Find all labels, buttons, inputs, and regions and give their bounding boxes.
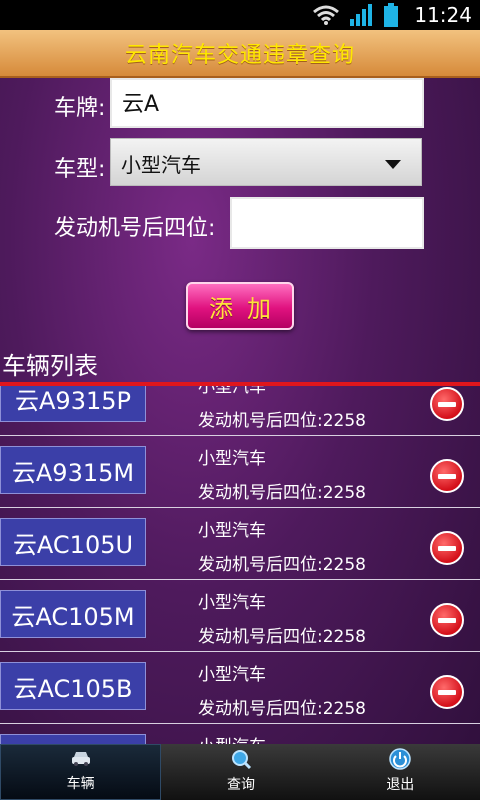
list-title: 车辆列表: [2, 352, 98, 380]
plate-label: 车牌:: [54, 96, 106, 121]
plate-badge: 云AC105U: [0, 518, 146, 566]
list-item[interactable]: 云A9315M 小型汽车 发动机号后四位:2258: [0, 436, 480, 508]
list-item[interactable]: 小型汽车: [0, 724, 480, 744]
vehicle-type: 小型汽车: [198, 386, 266, 397]
page-title: 云南汽车交通违章查询: [124, 43, 355, 68]
signal-icon: [350, 4, 373, 26]
bottom-tab-bar: 车辆 查询 退出: [0, 744, 480, 800]
status-bar: 11:24: [0, 0, 480, 30]
tab-exit[interactable]: 退出: [321, 744, 480, 800]
battery-icon: [384, 3, 399, 27]
list-item[interactable]: 云AC105B 小型汽车 发动机号后四位:2258: [0, 652, 480, 724]
engine-number: 发动机号后四位:2258: [198, 411, 366, 431]
engine-label: 发动机号后四位:: [54, 216, 216, 241]
plate-badge: 云AC105M: [0, 590, 146, 638]
type-label: 车型:: [54, 157, 106, 182]
clock: 11:24: [414, 3, 472, 27]
vehicle-type-select[interactable]: 小型汽车: [110, 138, 422, 186]
engine-number: 发动机号后四位:2258: [198, 483, 366, 503]
engine-number: 发动机号后四位:2258: [198, 627, 366, 647]
engine-number: 发动机号后四位:2258: [198, 699, 366, 719]
tab-label: 车辆: [66, 776, 95, 792]
chevron-down-icon: [385, 160, 401, 169]
tab-label: 退出: [386, 777, 415, 793]
vehicle-type: 小型汽车: [198, 665, 266, 685]
list-item[interactable]: 云AC105U 小型汽车 发动机号后四位:2258: [0, 508, 480, 580]
vehicle-list[interactable]: 云A9315P 小型汽车 发动机号后四位:2258 云A9315M 小型汽车 发…: [0, 386, 480, 744]
delete-icon[interactable]: [430, 387, 464, 421]
add-button-label: 添加: [209, 294, 285, 323]
wifi-icon: [313, 5, 340, 25]
plate-badge: 云AC105B: [0, 662, 146, 710]
vehicle-type: 小型汽车: [198, 449, 266, 469]
tab-label: 查询: [226, 777, 255, 793]
power-icon: [389, 748, 412, 770]
title-bar: 云南汽车交通违章查询: [0, 30, 480, 78]
engine-input[interactable]: [230, 197, 424, 249]
plate-badge: 云A9315M: [0, 446, 146, 494]
tab-query[interactable]: 查询: [161, 744, 320, 800]
list-item[interactable]: 云AC105M 小型汽车 发动机号后四位:2258: [0, 580, 480, 652]
delete-icon[interactable]: [430, 531, 464, 565]
vehicle-type: 小型汽车: [198, 593, 266, 613]
plate-badge: [0, 734, 146, 744]
vehicle-type: 小型汽车: [198, 521, 266, 541]
delete-icon[interactable]: [430, 675, 464, 709]
vehicle-type: 小型汽车: [198, 732, 266, 744]
vehicle-type-value: 小型汽车: [121, 153, 201, 177]
plate-badge: 云A9315P: [0, 386, 146, 422]
add-button[interactable]: 添加: [186, 282, 294, 330]
delete-icon[interactable]: [430, 603, 464, 637]
car-icon: [71, 752, 90, 766]
tab-vehicles[interactable]: 车辆: [0, 744, 162, 800]
list-item[interactable]: 云A9315P 小型汽车 发动机号后四位:2258: [0, 386, 480, 436]
engine-number: 发动机号后四位:2258: [198, 555, 366, 575]
plate-input[interactable]: 云A: [110, 78, 424, 128]
search-icon: [231, 750, 252, 770]
delete-icon[interactable]: [430, 459, 464, 493]
